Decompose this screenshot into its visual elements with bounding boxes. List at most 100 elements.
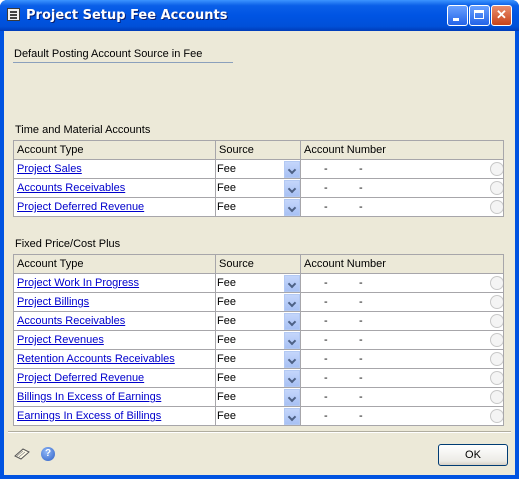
account-segment-1: -	[324, 276, 328, 289]
account-type-link[interactable]: Project Deferred Revenue	[17, 201, 144, 213]
source-value: Fee	[217, 333, 236, 346]
source-value: Fee	[217, 295, 236, 308]
source-cell: Fee	[215, 406, 301, 426]
lookup-icon[interactable]	[490, 332, 503, 347]
account-segment-1: -	[324, 295, 328, 308]
minimize-button[interactable]	[447, 5, 468, 26]
note-icon[interactable]	[14, 448, 30, 460]
account-number-input[interactable]: --	[302, 408, 503, 425]
source-select[interactable]: Fee	[217, 407, 300, 425]
account-number-input[interactable]: --	[302, 313, 503, 330]
account-number-cell: --	[300, 159, 504, 179]
account-type-link[interactable]: Earnings In Excess of Billings	[17, 410, 161, 422]
account-segment-2: -	[359, 295, 363, 308]
lookup-icon[interactable]	[490, 275, 503, 290]
close-button[interactable]	[491, 5, 512, 26]
chevron-down-icon[interactable]	[284, 198, 300, 216]
account-segment-1: -	[324, 314, 328, 327]
source-cell: Fee	[215, 292, 301, 312]
chevron-down-icon[interactable]	[284, 369, 300, 387]
account-segment-2: -	[359, 314, 363, 327]
account-type-link[interactable]: Accounts Receivables	[17, 315, 125, 327]
fp-accounts-table: Account Type Source Account Number Proje…	[13, 254, 504, 426]
account-type-link[interactable]: Project Billings	[17, 296, 89, 308]
source-select[interactable]: Fee	[217, 369, 300, 387]
lookup-icon[interactable]	[490, 313, 503, 328]
lookup-icon[interactable]	[490, 294, 503, 309]
dialog-body: Default Posting Account Source in Fee Ti…	[4, 31, 515, 475]
chevron-down-icon[interactable]	[284, 388, 300, 406]
account-type-link[interactable]: Project Deferred Revenue	[17, 372, 144, 384]
source-value: Fee	[217, 314, 236, 327]
account-type-cell: Accounts Receivables	[13, 178, 216, 198]
account-number-input[interactable]: --	[302, 275, 503, 292]
maximize-button[interactable]	[469, 5, 490, 26]
account-type-cell: Project Sales	[13, 159, 216, 179]
lookup-icon[interactable]	[490, 180, 503, 195]
title-bar[interactable]: Project Setup Fee Accounts	[0, 0, 519, 31]
fp-account-row: Project Billings Fee - -	[13, 292, 504, 312]
tm-account-row: Accounts Receivables Fee - -	[13, 178, 504, 198]
source-select[interactable]: Fee	[217, 160, 300, 178]
source-select[interactable]: Fee	[217, 274, 300, 292]
account-number-input[interactable]: --	[302, 332, 503, 349]
chevron-down-icon[interactable]	[284, 407, 300, 425]
account-number-input[interactable]: --	[302, 370, 503, 387]
account-type-link[interactable]: Billings In Excess of Earnings	[17, 391, 161, 403]
column-header-account-type: Account Type	[13, 254, 216, 274]
tm-account-row: Project Sales Fee - -	[13, 159, 504, 179]
source-select[interactable]: Fee	[217, 312, 300, 330]
lookup-icon[interactable]	[490, 370, 503, 385]
lookup-icon[interactable]	[490, 408, 503, 423]
chevron-down-icon[interactable]	[284, 160, 300, 178]
account-segment-2: -	[359, 409, 363, 422]
column-header-source: Source	[215, 140, 301, 160]
ok-button[interactable]: OK	[438, 444, 508, 466]
account-type-link[interactable]: Retention Accounts Receivables	[17, 353, 175, 365]
source-select[interactable]: Fee	[217, 388, 300, 406]
fp-account-row: Project Deferred Revenue Fee - -	[13, 368, 504, 388]
account-segment-1: -	[324, 333, 328, 346]
source-select[interactable]: Fee	[217, 198, 300, 216]
account-type-link[interactable]: Project Work In Progress	[17, 277, 139, 289]
account-number-input[interactable]: --	[302, 199, 503, 216]
chevron-down-icon[interactable]	[284, 274, 300, 292]
chevron-down-icon[interactable]	[284, 293, 300, 311]
account-type-link[interactable]: Project Revenues	[17, 334, 104, 346]
source-select[interactable]: Fee	[217, 331, 300, 349]
account-type-link[interactable]: Accounts Receivables	[17, 182, 125, 194]
account-number-cell: --	[300, 349, 504, 369]
source-select[interactable]: Fee	[217, 179, 300, 197]
help-icon[interactable]: ?	[41, 447, 55, 461]
account-type-cell: Project Deferred Revenue	[13, 368, 216, 388]
account-number-input[interactable]: --	[302, 180, 503, 197]
source-cell: Fee	[215, 349, 301, 369]
fp-account-row: Earnings In Excess of Billings Fee - -	[13, 406, 504, 426]
chevron-down-icon[interactable]	[284, 331, 300, 349]
account-type-link[interactable]: Project Sales	[17, 163, 82, 175]
window-title: Project Setup Fee Accounts	[26, 8, 228, 23]
account-segment-2: -	[359, 276, 363, 289]
account-number-cell: --	[300, 387, 504, 407]
column-header-account-type: Account Type	[13, 140, 216, 160]
chevron-down-icon[interactable]	[284, 179, 300, 197]
source-cell: Fee	[215, 368, 301, 388]
lookup-icon[interactable]	[490, 389, 503, 404]
account-number-input[interactable]: --	[302, 389, 503, 406]
lookup-icon[interactable]	[490, 199, 503, 214]
source-cell: Fee	[215, 197, 301, 217]
account-number-input[interactable]: --	[302, 351, 503, 368]
chevron-down-icon[interactable]	[284, 312, 300, 330]
source-value: Fee	[217, 352, 236, 365]
lookup-icon[interactable]	[490, 161, 503, 176]
account-number-input[interactable]: --	[302, 294, 503, 311]
dialog-window: Project Setup Fee Accounts Default Posti…	[0, 0, 519, 479]
default-posting-label: Default Posting Account Source in Fee	[14, 48, 203, 60]
lookup-icon[interactable]	[490, 351, 503, 366]
window-list-icon[interactable]	[7, 8, 20, 21]
account-number-input[interactable]: --	[302, 161, 503, 178]
source-select[interactable]: Fee	[217, 350, 300, 368]
source-select[interactable]: Fee	[217, 293, 300, 311]
chevron-down-icon[interactable]	[284, 350, 300, 368]
source-cell: Fee	[215, 178, 301, 198]
